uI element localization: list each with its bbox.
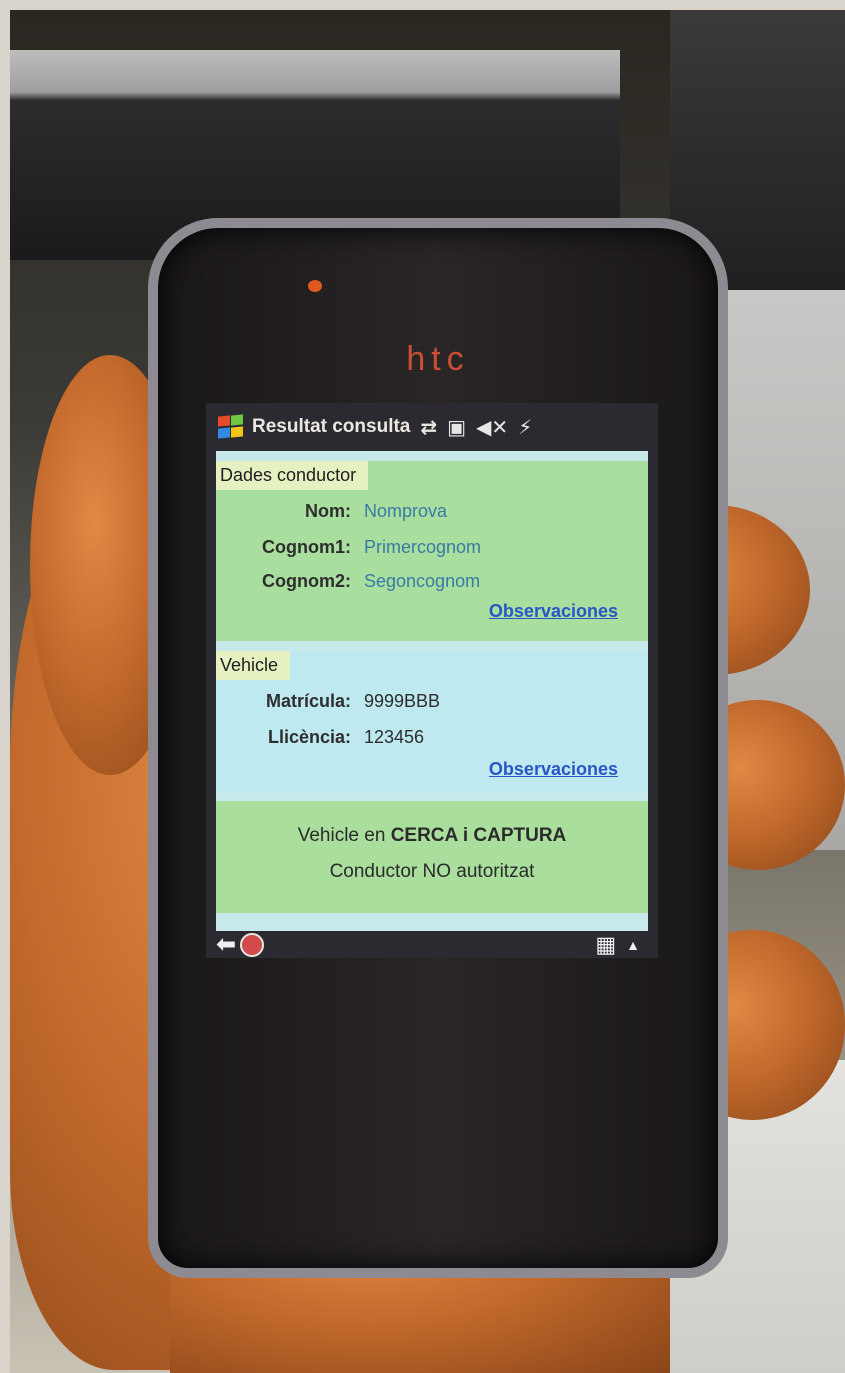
- surname1-value: Primercognom: [364, 537, 482, 557]
- surname2-value: Segoncognom: [364, 571, 481, 591]
- vehicle-status-emphasis: CERCA i CAPTURA: [390, 825, 567, 846]
- driver-section-header: Dades conductor: [216, 461, 369, 490]
- vehicle-section-header: Vehicle: [216, 651, 291, 680]
- driver-section: Dades conductor Nom: Nomprova Cognom1: P…: [216, 461, 648, 641]
- vehicle-observations-link[interactable]: Observaciones: [489, 759, 618, 780]
- vehicle-status-line: Vehicle en CERCA i CAPTURA: [216, 825, 648, 847]
- charging-icon[interactable]: ⚡: [518, 415, 532, 440]
- app-title: Resultat consulta: [252, 416, 411, 437]
- phone-device: htc Resultat consulta ⇄ ▣ ◀✕ ⚡ Dades con…: [148, 218, 728, 1278]
- phone-brand-logo: htc: [406, 340, 470, 378]
- result-content: Dades conductor Nom: Nomprova Cognom1: P…: [216, 451, 648, 931]
- keyboard-icon[interactable]: ▦: [595, 932, 616, 958]
- plate-label: Matrícula:: [265, 691, 351, 711]
- surname2-label: Cognom2:: [262, 571, 351, 591]
- status-bar: Resultat consulta ⇄ ▣ ◀✕ ⚡: [206, 403, 658, 451]
- no-sim-icon[interactable]: ▣: [447, 415, 466, 440]
- result-section: Vehicle en CERCA i CAPTURA Conductor NO …: [216, 801, 648, 913]
- name-value: Nomprova: [364, 501, 448, 521]
- driver-status-line: Conductor NO autoritzat: [329, 861, 535, 882]
- driver-observations-link[interactable]: Observaciones: [489, 601, 618, 622]
- plate-value: 9999BBB: [364, 691, 441, 711]
- name-label: Nom:: [305, 501, 351, 521]
- back-arrow-icon[interactable]: ⬅: [216, 930, 236, 959]
- data-transfer-icon[interactable]: ⇄: [420, 415, 437, 440]
- vehicle-section: Vehicle Matrícula: 9999BBB Llicència: 12…: [216, 651, 648, 791]
- windows-start-icon[interactable]: [216, 414, 246, 440]
- stop-icon[interactable]: [240, 932, 265, 957]
- soft-key-bar: ⬅ ▦ ▲: [206, 931, 658, 958]
- surname1-label: Cognom1:: [262, 537, 351, 557]
- vehicle-status-prefix: Vehicle en: [297, 825, 391, 846]
- phone-led: [308, 280, 322, 292]
- license-value: 123456: [364, 727, 425, 747]
- license-label: Llicència:: [267, 727, 351, 747]
- phone-screen: Resultat consulta ⇄ ▣ ◀✕ ⚡ Dades conduct…: [206, 403, 658, 958]
- up-arrow-icon[interactable]: ▲: [626, 937, 640, 953]
- speaker-muted-icon[interactable]: ◀✕: [476, 415, 508, 440]
